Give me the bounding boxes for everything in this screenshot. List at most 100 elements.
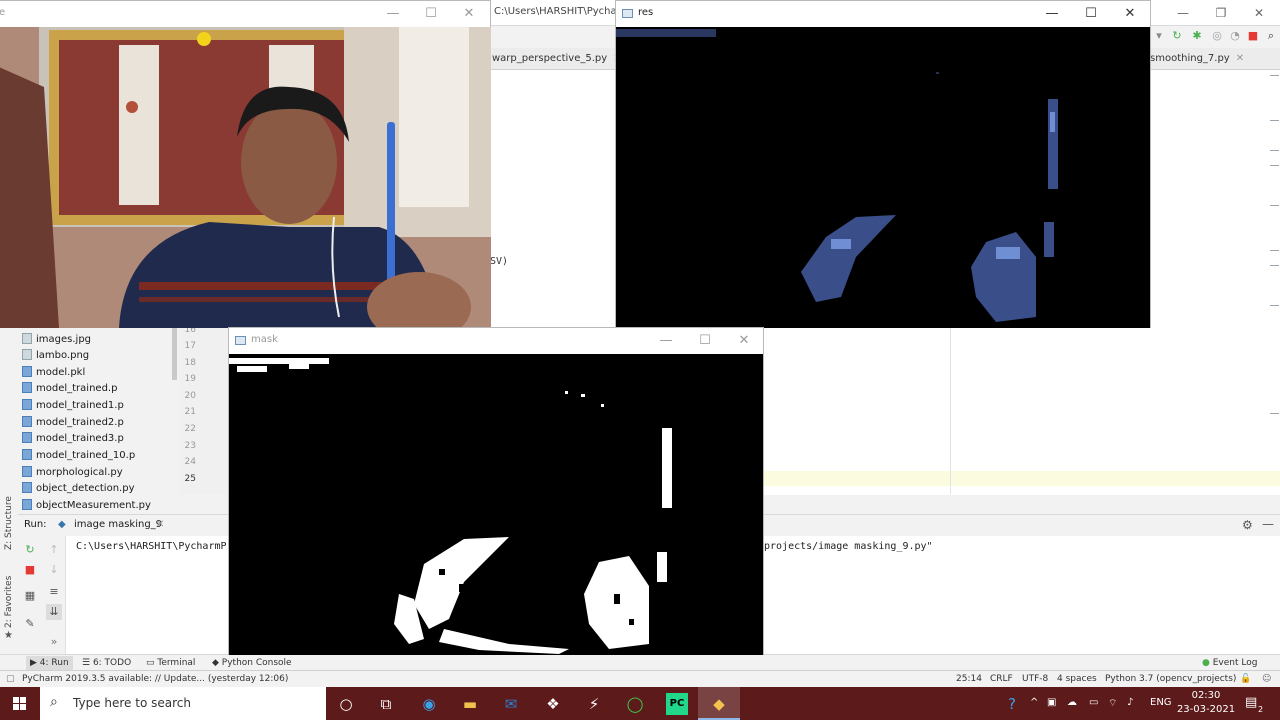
profile-icon[interactable]: ◔ [1228,29,1242,43]
up-arrow-icon[interactable]: ↑ [46,542,62,558]
caret-position[interactable]: 25:14 [956,672,982,687]
taskbar-clock[interactable]: 02:30 23-03-2021 [1176,689,1236,717]
mask-window[interactable]: mask — ☐ ✕ [228,327,764,655]
close-icon[interactable]: ✕ [455,3,483,25]
python-file-icon [22,499,32,510]
app-ring-icon[interactable]: ◯ [624,693,646,715]
favorites-tool-tab[interactable]: 2: Favorites [4,576,14,628]
wifi-icon[interactable]: ⌔ [1108,697,1117,710]
mail-icon[interactable]: ✉ [500,693,522,715]
dropbox-icon[interactable]: ❖ [542,693,564,715]
input-language[interactable]: ENG [1150,697,1172,708]
search-everywhere-icon[interactable]: ⌕ [1264,29,1278,43]
minimize-icon[interactable]: — [379,3,407,25]
file-item[interactable]: model_trained2.p [22,415,124,431]
run-tab-close-icon[interactable]: ✕ [156,519,164,530]
close-icon[interactable]: ✕ [730,330,758,352]
file-item[interactable]: lambo.png [22,348,89,364]
run-tool-tab[interactable]: ▶ 4: Run [26,656,73,670]
settings-gear-icon[interactable]: ⚙ [1242,518,1253,532]
event-log-tab[interactable]: ● Event Log [1202,656,1257,670]
layout-toggle-icon[interactable]: ▢ [6,672,15,687]
todo-tool-tab[interactable]: ☰ 6: TODO [82,656,131,670]
down-arrow-icon[interactable]: ↓ [46,562,62,578]
editor-scroll-markers[interactable] [1268,75,1280,415]
coverage-icon[interactable]: ◎ [1210,29,1224,43]
rerun-icon[interactable]: ↻ [22,542,38,558]
project-scrollbar[interactable] [172,328,177,380]
run-config-tab[interactable]: image masking_9 [74,519,162,530]
layout-icon[interactable]: ▦ [22,588,38,604]
python-task-active[interactable]: ◆ [698,687,740,720]
frame-titlebar[interactable]: e — ☐ ✕ [0,1,490,27]
cortana-icon[interactable]: ○ [335,693,357,715]
minimize-icon[interactable]: — [1038,3,1066,25]
tab-smoothing[interactable]: smoothing_7.py ✕ [1150,48,1244,70]
stop-icon[interactable]: ■ [22,562,38,578]
maximize-icon[interactable]: ☐ [1077,3,1105,25]
winamp-icon[interactable]: ⚡ [583,693,605,715]
tab-close-icon[interactable]: ✕ [1236,53,1244,64]
more-icon[interactable]: » [46,634,62,650]
python-interpreter[interactable]: Python 3.7 (opencv_projects) [1105,672,1236,687]
maximize-icon[interactable]: ☐ [417,3,445,25]
file-item[interactable]: images.jpg [22,332,91,348]
soft-wrap-icon[interactable]: ≡ [46,584,62,600]
line-number: 19 [184,374,196,384]
tab-warp-perspective[interactable]: warp_perspective_5.py✕ [492,48,622,70]
file-item[interactable]: model_trained.p [22,381,117,397]
task-view-icon[interactable]: ⧉ [375,693,397,715]
file-item[interactable]: model.pkl [22,365,85,381]
console-command-right: projects/image masking_9.py" [764,541,933,552]
terminal-tool-tab[interactable]: ▭ Terminal [146,656,195,670]
taskbar-search-box[interactable]: ⌕ Type here to search [40,687,326,720]
res-window[interactable]: res — ☐ ✕ [615,0,1151,328]
pycharm-minimize-icon[interactable]: — [1174,4,1192,22]
dropdown-icon[interactable]: ▾ [1152,29,1166,43]
tray-overflow-icon[interactable]: ^ [1030,697,1038,708]
maximize-icon[interactable]: ☐ [691,330,719,352]
file-item[interactable]: object_detection.py [22,481,135,497]
inspector-icon[interactable]: ☺ [1262,672,1271,687]
mask-titlebar[interactable]: mask — ☐ ✕ [229,328,763,354]
close-icon[interactable]: ✕ [1116,3,1144,25]
file-item[interactable]: model_trained1.p [22,398,124,414]
file-explorer-icon[interactable]: ▬ [459,693,481,715]
python-console-tool-tab[interactable]: ◆ Python Console [212,656,292,670]
edge-icon[interactable]: ◉ [418,693,440,715]
tray-apps-icon[interactable]: ▣ [1047,697,1056,708]
pin-icon[interactable]: ✎ [22,616,38,632]
frame-window[interactable]: e — ☐ ✕ [0,0,491,342]
notifications-icon[interactable]: ▤ [1245,695,1257,710]
structure-tool-tab[interactable]: Z: Structure [4,496,14,550]
file-item[interactable]: model_trained_10.p [22,448,135,464]
battery-icon[interactable]: ▭ [1089,697,1098,708]
pycharm-restore-icon[interactable]: ❐ [1212,4,1230,22]
update-notification[interactable]: PyCharm 2019.3.5 available: // Update...… [22,672,288,687]
pycharm-toolbar: ▾ ↻ ✱ ◎ ◔ ■ ⌕ [1150,26,1280,46]
window-app-icon [235,336,246,345]
webcam-frame-graphic [0,27,491,342]
volume-icon[interactable]: ♪ [1127,697,1133,708]
rerun-icon[interactable]: ↻ [1170,29,1184,43]
onedrive-icon[interactable]: ☁ [1067,697,1077,708]
pycharm-taskbar-icon[interactable]: PC [666,693,688,715]
lock-icon[interactable]: 🔓 [1240,672,1251,687]
start-button[interactable] [0,687,40,720]
file-item[interactable]: objectMeasurement.py [22,498,151,514]
scroll-to-end-icon[interactable]: ⇊ [46,604,62,620]
tab-label: smoothing_7.py [1150,53,1230,64]
indent-setting[interactable]: 4 spaces [1057,672,1097,687]
hide-panel-icon[interactable]: — [1262,517,1274,531]
file-icon [22,432,32,443]
minimize-icon[interactable]: — [652,330,680,352]
res-titlebar[interactable]: res — ☐ ✕ [616,1,1150,27]
stop-icon[interactable]: ■ [1246,29,1260,43]
file-item[interactable]: model_trained3.p [22,431,124,447]
debug-icon[interactable]: ✱ [1190,29,1204,43]
line-separator[interactable]: CRLF [990,672,1013,687]
file-encoding[interactable]: UTF-8 [1022,672,1048,687]
file-item[interactable]: morphological.py [22,465,123,481]
pycharm-close-icon[interactable]: ✕ [1250,4,1268,22]
help-icon[interactable]: ? [1001,693,1023,715]
